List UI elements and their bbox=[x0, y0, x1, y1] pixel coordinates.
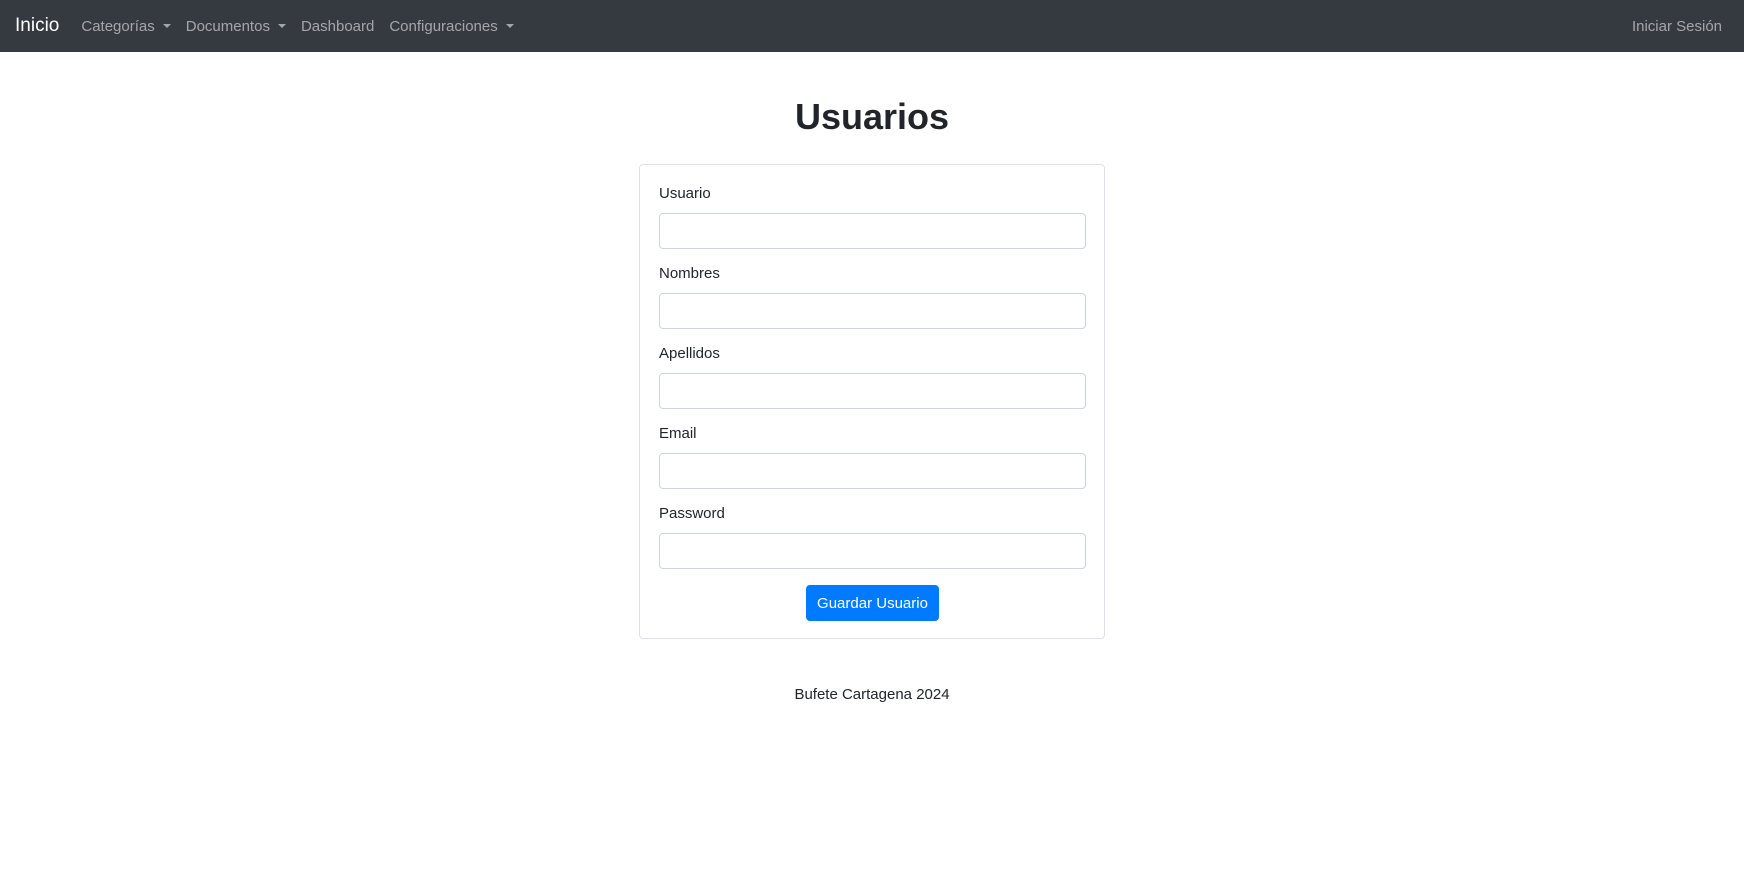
login-link[interactable]: Iniciar Sesión bbox=[1632, 0, 1722, 52]
caret-down-icon bbox=[162, 24, 171, 28]
nav-item-label: Categorías bbox=[81, 17, 155, 35]
top-navbar: Inicio Categorías Documentos Dashboard C… bbox=[0, 0, 1744, 52]
password-input[interactable] bbox=[659, 533, 1086, 569]
nombres-input[interactable] bbox=[659, 293, 1086, 329]
save-user-button[interactable]: Guardar Usuario bbox=[806, 585, 939, 621]
usuario-label: Usuario bbox=[659, 185, 711, 202]
nav-item-categorias[interactable]: Categorías bbox=[81, 17, 171, 35]
nav-item-dashboard[interactable]: Dashboard bbox=[301, 18, 374, 35]
email-label: Email bbox=[659, 425, 697, 442]
caret-down-icon bbox=[505, 24, 514, 28]
apellidos-label: Apellidos bbox=[659, 345, 720, 362]
usuario-input[interactable] bbox=[659, 213, 1086, 249]
nav-item-label: Dashboard bbox=[300, 17, 375, 35]
apellidos-input[interactable] bbox=[659, 373, 1086, 409]
footer-text: Bufete Cartagena 2024 bbox=[794, 686, 950, 703]
nav-item-label: Documentos bbox=[185, 17, 270, 35]
password-label: Password bbox=[659, 505, 725, 522]
email-input[interactable] bbox=[659, 453, 1086, 489]
page-title: Usuarios bbox=[794, 96, 950, 137]
user-form-card: Usuario Nombres Apellidos Email Password… bbox=[639, 164, 1105, 639]
nav-item-configuraciones[interactable]: Configuraciones bbox=[389, 17, 514, 35]
nombres-label: Nombres bbox=[659, 265, 720, 282]
nav-item-label: Configuraciones bbox=[389, 17, 498, 35]
brand-link[interactable]: Inicio bbox=[15, 15, 59, 37]
caret-down-icon bbox=[277, 24, 286, 28]
nav-item-documentos[interactable]: Documentos bbox=[186, 18, 286, 35]
